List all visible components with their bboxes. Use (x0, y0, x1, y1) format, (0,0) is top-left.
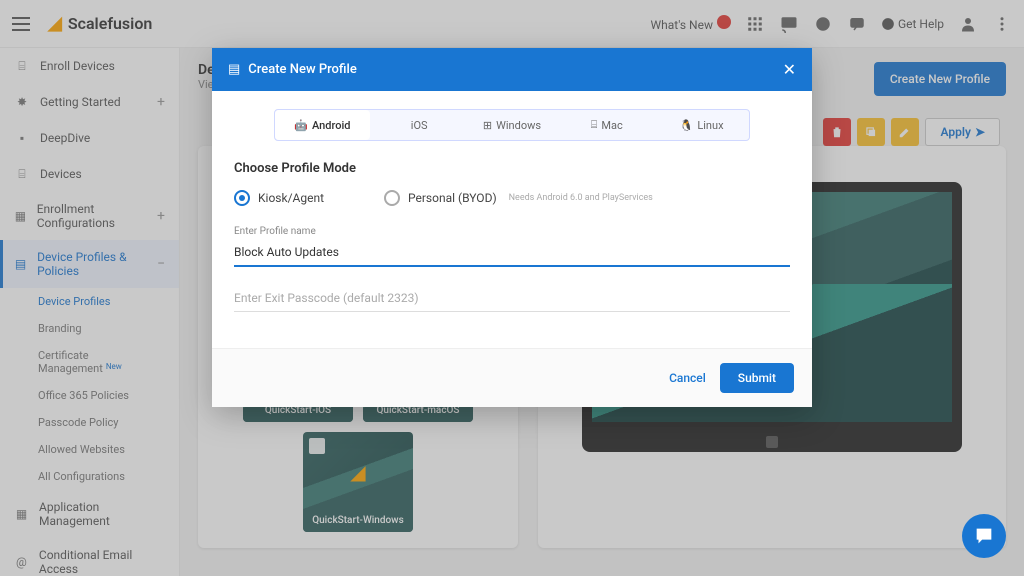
android-icon: 🤖 (294, 119, 308, 132)
radio-byod[interactable]: Personal (BYOD)Needs Android 6.0 and Pla… (384, 190, 653, 206)
exit-passcode-input[interactable] (234, 285, 790, 312)
clipboard-icon: ▤ (228, 62, 240, 77)
linux-icon: 🐧 (680, 119, 694, 132)
close-icon[interactable]: ✕ (783, 60, 796, 79)
choose-mode-label: Choose Profile Mode (234, 161, 790, 176)
tab-android[interactable]: 🤖Android (275, 110, 370, 140)
tab-ios[interactable]: iOS (370, 110, 465, 140)
create-profile-modal: ▤ Create New Profile ✕ 🤖Android iOS ⊞Win… (212, 48, 812, 407)
chat-fab[interactable] (962, 514, 1006, 558)
radio-kiosk[interactable]: Kiosk/Agent (234, 190, 324, 206)
radio-checked-icon (234, 190, 250, 206)
cancel-button[interactable]: Cancel (669, 363, 706, 393)
tab-mac[interactable]: ⌸Mac (559, 110, 654, 140)
tab-windows[interactable]: ⊞Windows (465, 110, 560, 140)
mac-icon: ⌸ (591, 118, 598, 132)
submit-button[interactable]: Submit (720, 363, 794, 393)
profile-name-label: Enter Profile name (234, 226, 790, 237)
os-tabs: 🤖Android iOS ⊞Windows ⌸Mac 🐧Linux (274, 109, 750, 141)
tab-linux[interactable]: 🐧Linux (654, 110, 749, 140)
profile-name-input[interactable] (234, 239, 790, 267)
radio-unchecked-icon (384, 190, 400, 206)
windows-icon: ⊞ (483, 119, 492, 132)
modal-title: Create New Profile (248, 62, 357, 77)
